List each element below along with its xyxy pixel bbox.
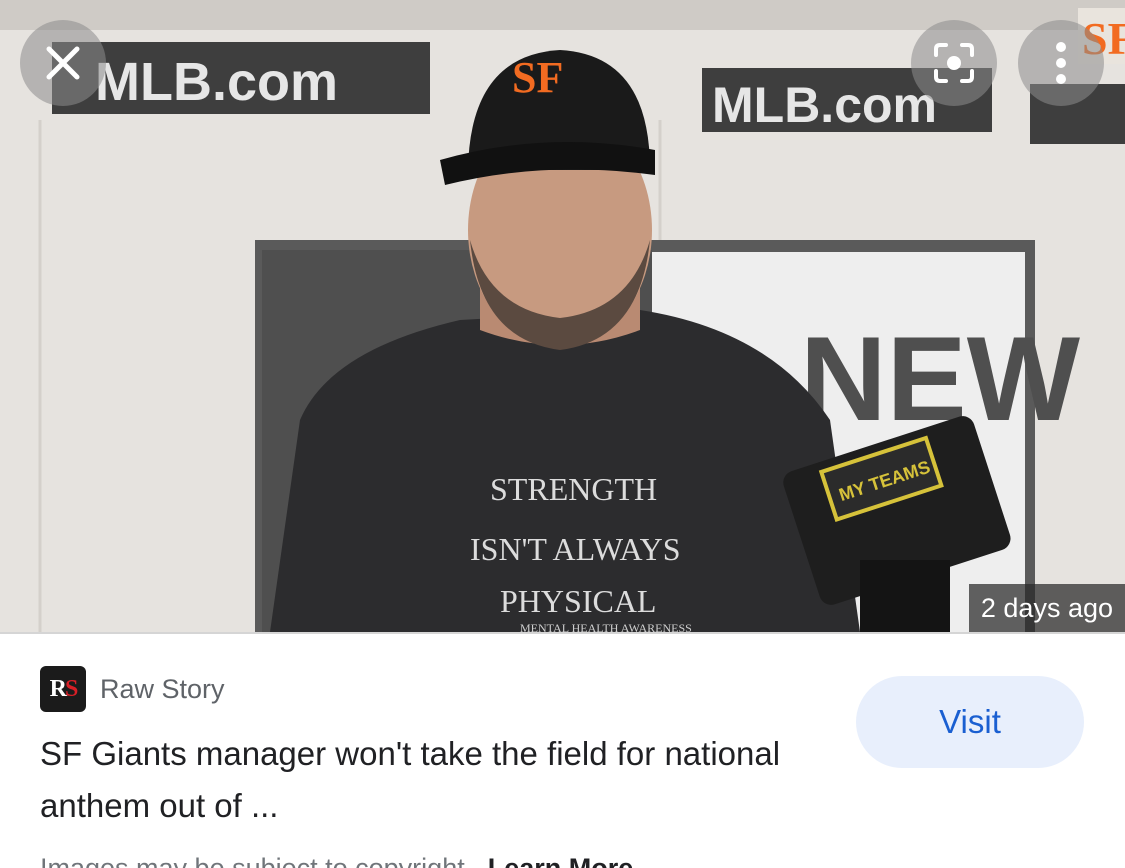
visit-button[interactable]: Visit	[856, 676, 1084, 768]
more-options-button[interactable]	[1018, 20, 1104, 106]
source-name: Raw Story	[100, 673, 225, 704]
shirt-text-line-2: ISN'T ALWAYS	[470, 531, 681, 567]
banner-left-text: MLB.com	[95, 52, 338, 112]
copyright-text: Images may be subject to copyright.	[40, 853, 473, 868]
time-ago-badge: 2 days ago	[968, 584, 1125, 632]
copyright-notice: Images may be subject to copyright. Lear…	[40, 850, 1040, 868]
lens-search-button[interactable]	[911, 20, 997, 106]
more-vert-icon	[1056, 42, 1066, 84]
shirt-text-line-3: PHYSICAL	[500, 583, 656, 619]
image-preview[interactable]: MLB.com MLB.com NEW SF SF STRENGTH ISN'T…	[0, 0, 1125, 632]
shirt-text-line-4: MENTAL HEALTH AWARENESS	[520, 621, 692, 632]
banner-right-text: MLB.com	[712, 77, 937, 133]
lens-search-icon	[934, 43, 974, 83]
close-button[interactable]	[20, 20, 106, 106]
source-logo-r: R	[49, 675, 67, 702]
cap-logo-text: SF	[512, 53, 563, 102]
close-icon	[46, 46, 80, 80]
card-divider	[0, 632, 1125, 634]
shirt-text-line-1: STRENGTH	[490, 471, 657, 507]
source-row[interactable]: RS Raw Story	[40, 666, 225, 712]
source-logo-s: S	[64, 675, 78, 702]
source-logo: RS	[40, 666, 86, 712]
result-headline[interactable]: SF Giants manager won't take the field f…	[40, 728, 830, 832]
learn-more-link[interactable]: Learn More	[488, 853, 634, 868]
